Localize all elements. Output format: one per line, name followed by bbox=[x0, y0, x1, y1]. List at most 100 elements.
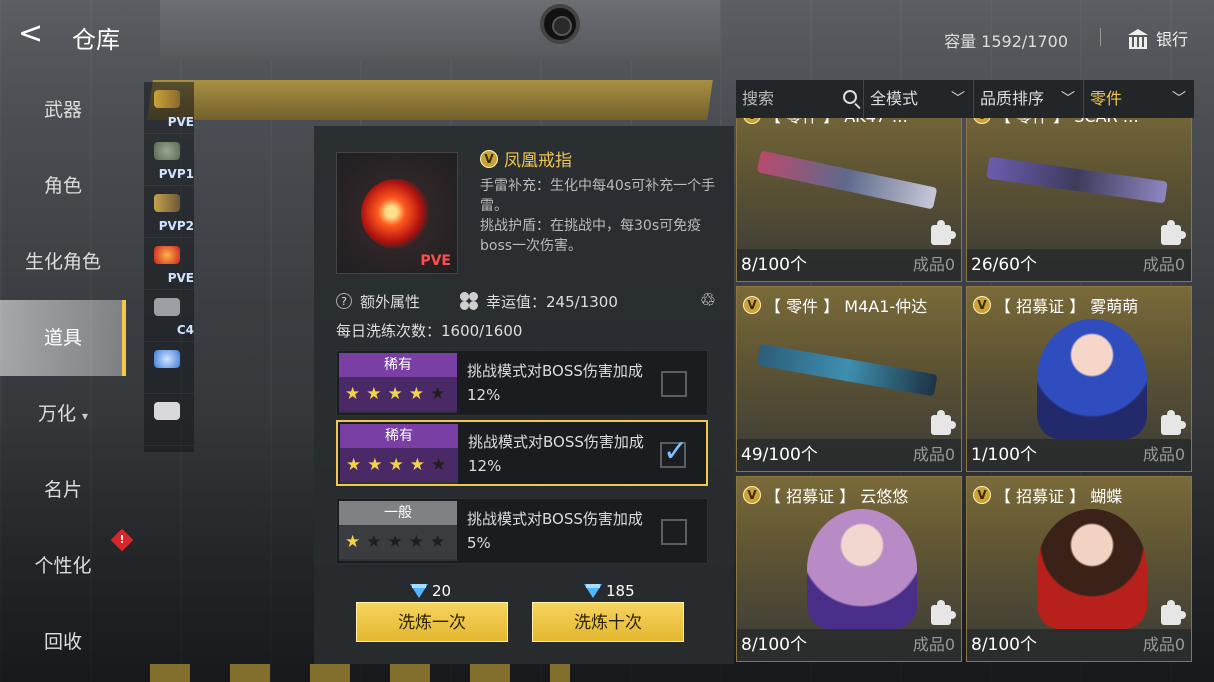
item-art bbox=[977, 319, 1183, 439]
star-rating: ★★★★★ bbox=[339, 377, 457, 411]
attribute-text: 挑战模式对BOSS伤害加成12% bbox=[467, 362, 643, 404]
nav-item-cards[interactable]: 名片 bbox=[0, 452, 126, 528]
bank-icon bbox=[1128, 29, 1148, 49]
character-portrait bbox=[1037, 509, 1147, 629]
category-dropdown[interactable]: 零件 ﹀ bbox=[1084, 80, 1194, 118]
daily-refine-count: 每日洗练次数：1600/1600 bbox=[336, 322, 523, 340]
product-count: 成品0 bbox=[1142, 635, 1185, 654]
vip-badge-icon: V bbox=[480, 149, 498, 168]
diamond-icon bbox=[410, 584, 428, 598]
vip-badge-icon: V bbox=[743, 296, 761, 314]
attribute-text: 挑战模式对BOSS伤害加成12% bbox=[468, 433, 644, 475]
vip-badge-icon: V bbox=[743, 118, 761, 124]
rarity-block: 一般 ★★★★★ bbox=[339, 501, 457, 561]
phoenix-ring-icon bbox=[154, 246, 180, 264]
sort-dropdown[interactable]: 品质排序 ﹀ bbox=[974, 80, 1084, 118]
fragment-count: 1/100个 bbox=[971, 445, 1037, 465]
inventory-card[interactable]: V 【 零件 】 M4A1-仲达 49/100个 成品0 bbox=[736, 286, 962, 472]
cost-once: 20 bbox=[410, 582, 451, 600]
slot-item[interactable]: PVP2 bbox=[144, 186, 194, 238]
nav-item-characters[interactable]: 角色 bbox=[0, 148, 126, 224]
camera-icon bbox=[540, 4, 580, 44]
card-title: V 【 零件 】 M4A1-仲达 bbox=[743, 293, 927, 317]
nav-item-bio-characters[interactable]: 生化角色 bbox=[0, 224, 126, 300]
chevron-down-icon: ﹀ bbox=[1061, 91, 1075, 107]
inventory-card[interactable]: V【 零件 】 SCAR-… 26/60个 成品0 bbox=[966, 118, 1192, 282]
extra-attributes-row: ? 额外属性 幸运值：245/1300 ♲ bbox=[336, 290, 716, 312]
nav-item-recycle[interactable]: 回收 bbox=[0, 604, 126, 680]
help-icon[interactable]: ? bbox=[336, 293, 352, 309]
rarity-label: 稀有 bbox=[339, 353, 457, 377]
item-art bbox=[747, 509, 953, 629]
lock-checkbox[interactable] bbox=[661, 371, 687, 397]
inventory-card[interactable]: V 【 招募证 】 云悠悠 8/100个 成品0 bbox=[736, 476, 962, 662]
attribute-card[interactable]: 稀有 ★★★★★ 挑战模式对BOSS伤害加成12% bbox=[336, 350, 708, 416]
gun-art bbox=[756, 150, 938, 210]
product-count: 成品0 bbox=[912, 445, 955, 464]
bank-button[interactable]: 银行 bbox=[1128, 26, 1188, 50]
inventory-grid: V【 零件 】 AK47-… 8/100个 成品0 V【 零件 】 SCAR-…… bbox=[736, 118, 1194, 664]
diamond-icon bbox=[584, 584, 602, 598]
refine-ten-button[interactable]: 洗炼十次 bbox=[532, 602, 684, 642]
header-divider bbox=[1100, 28, 1101, 46]
item-detail-panel: PVE V 凤凰戒指 手雷补充：生化中每40s可补充一个手雷。 挑战护盾：在挑战… bbox=[314, 126, 734, 664]
clover-icon bbox=[460, 292, 478, 310]
recycle-icon[interactable]: ♲ bbox=[700, 292, 716, 310]
puzzle-icon bbox=[1161, 410, 1186, 435]
card-title: V 【 招募证 】 雾萌萌 bbox=[973, 293, 1138, 317]
attribute-card[interactable]: 一般 ★★★★★ 挑战模式对BOSS伤害加成5% bbox=[336, 498, 708, 564]
filter-bar: 搜索 全模式 ﹀ 品质排序 ﹀ 零件 ﹀ bbox=[736, 80, 1194, 118]
attribute-text: 挑战模式对BOSS伤害加成5% bbox=[467, 510, 643, 552]
floor-stripe bbox=[150, 664, 570, 682]
item-description: 手雷补充：生化中每40s可补充一个手雷。 挑战护盾：在挑战中，每30s可免疫bo… bbox=[480, 178, 716, 254]
rarity-block: 稀有 ★★★★★ bbox=[340, 424, 458, 484]
mode-dropdown[interactable]: 全模式 ﹀ bbox=[864, 80, 974, 118]
fragment-count: 8/100个 bbox=[741, 635, 807, 655]
phoenix-ring-icon bbox=[351, 169, 441, 259]
lock-checkbox[interactable]: ✓ bbox=[660, 434, 688, 469]
vip-badge-icon: V bbox=[973, 486, 991, 504]
pve-tag: PVE bbox=[420, 253, 451, 269]
chevron-down-icon: ﹀ bbox=[951, 91, 965, 107]
slot-item[interactable]: PVE bbox=[144, 238, 194, 290]
fragment-count: 49/100个 bbox=[741, 445, 818, 465]
fragment-count: 8/100个 bbox=[741, 255, 807, 275]
extra-attributes-label: 额外属性 bbox=[360, 292, 421, 311]
refine-once-button[interactable]: 洗炼一次 bbox=[356, 602, 508, 642]
inventory-card[interactable]: V【 零件 】 AK47-… 8/100个 成品0 bbox=[736, 118, 962, 282]
character-portrait bbox=[807, 509, 917, 629]
slot-item[interactable]: C4 bbox=[144, 290, 194, 342]
nav-item-wanhua[interactable]: 万化 ▾ bbox=[0, 376, 126, 452]
puzzle-icon bbox=[931, 410, 956, 435]
card-title: V【 零件 】 AK47-… bbox=[743, 118, 908, 127]
puzzle-icon bbox=[931, 600, 956, 625]
attribute-card[interactable]: 稀有 ★★★★★ 挑战模式对BOSS伤害加成12% ✓ bbox=[336, 420, 708, 486]
star-rating: ★★★★★ bbox=[339, 525, 457, 559]
back-arrow-icon[interactable]: < bbox=[18, 16, 43, 52]
search-icon[interactable] bbox=[843, 90, 857, 104]
slot-item[interactable] bbox=[144, 342, 194, 394]
item-art bbox=[747, 129, 953, 229]
item-art bbox=[977, 129, 1183, 229]
inventory-card[interactable]: V 【 招募证 】 蝴蝶 8/100个 成品0 bbox=[966, 476, 1192, 662]
puzzle-icon bbox=[931, 220, 956, 245]
gun-art bbox=[986, 156, 1168, 204]
item-art bbox=[977, 509, 1183, 629]
search-input[interactable]: 搜索 bbox=[736, 80, 864, 118]
luck-value: 幸运值：245/1300 bbox=[486, 292, 618, 311]
nav-item-props[interactable]: 道具 bbox=[0, 300, 126, 376]
character-portrait bbox=[1037, 319, 1147, 439]
card-title: V 【 招募证 】 蝴蝶 bbox=[973, 483, 1122, 507]
nav-item-personalize[interactable]: 个性化 bbox=[0, 528, 126, 604]
page-title: 仓库 bbox=[72, 26, 120, 54]
slot-item[interactable]: PVE bbox=[144, 82, 194, 134]
puzzle-icon bbox=[1161, 600, 1186, 625]
inventory-card[interactable]: V 【 招募证 】 雾萌萌 1/100个 成品0 bbox=[966, 286, 1192, 472]
wings-icon bbox=[154, 90, 180, 108]
slot-item[interactable]: PVP1 bbox=[144, 134, 194, 186]
gun-art bbox=[756, 343, 938, 397]
nav-item-weapons[interactable]: 武器 bbox=[0, 72, 126, 148]
lock-checkbox[interactable] bbox=[661, 519, 687, 545]
slot-item[interactable] bbox=[144, 394, 194, 446]
category-nav: 武器 角色 生化角色 道具 万化 ▾ 名片 个性化 回收 bbox=[0, 72, 126, 680]
